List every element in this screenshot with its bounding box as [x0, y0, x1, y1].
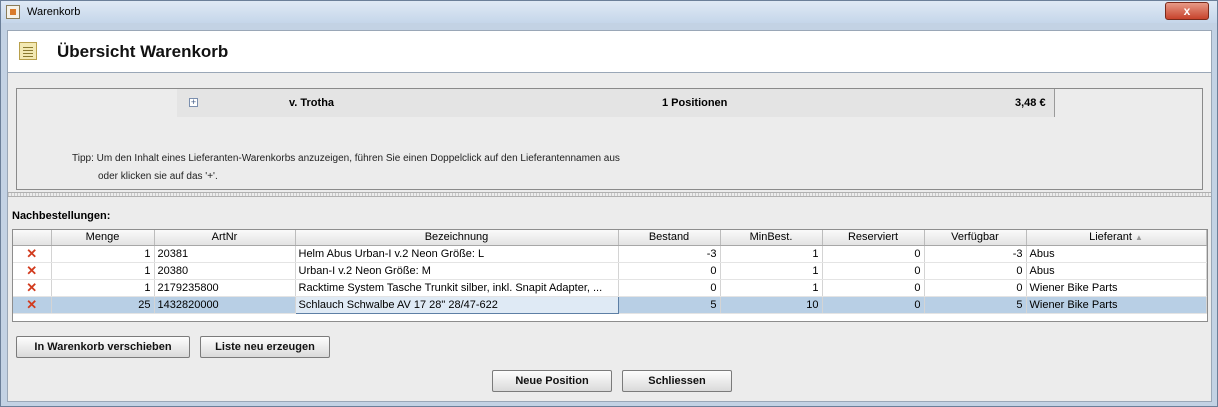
cell-menge[interactable]: 1: [51, 279, 155, 297]
supplier-cart-sum: 3,48 €: [1015, 97, 1046, 109]
reorders-table: Menge ArtNr Bezeichnung Bestand MinBest.…: [12, 229, 1208, 322]
cell-artnr[interactable]: 1432820000: [154, 296, 296, 314]
table-row-selected[interactable]: ✕ 25 1432820000 Schlauch Schwalbe AV 17 …: [13, 295, 1207, 314]
cell-reserviert[interactable]: 0: [822, 279, 925, 297]
cell-bestand[interactable]: -3: [618, 245, 721, 263]
cell-bezeichnung[interactable]: Racktime System Tasche Trunkit silber, i…: [295, 279, 619, 297]
warenkorb-window: Warenkorb x Übersicht Warenkorb + v. Tro…: [0, 0, 1218, 407]
supplier-name[interactable]: v. Trotha: [289, 97, 334, 109]
cell-artnr[interactable]: 20380: [154, 262, 296, 280]
cell-bezeichnung[interactable]: Helm Abus Urban-I v.2 Neon Größe: L: [295, 245, 619, 263]
column-header-artnr[interactable]: ArtNr: [154, 230, 296, 246]
supplier-position-count: 1 Positionen: [662, 97, 728, 109]
column-header-lieferant-label: Lieferant: [1089, 231, 1132, 244]
cell-reserviert[interactable]: 0: [822, 262, 925, 280]
table-row[interactable]: ✕ 1 20380 Urban-I v.2 Neon Größe: M 0 1 …: [13, 262, 1207, 280]
column-header-minbest[interactable]: MinBest.: [720, 230, 823, 246]
tip-panel: Tipp: Um den Inhalt eines Lieferanten-Wa…: [16, 126, 1203, 190]
table-header-row: Menge ArtNr Bezeichnung Bestand MinBest.…: [13, 230, 1207, 246]
column-header-menge[interactable]: Menge: [51, 230, 155, 246]
java-app-icon: [6, 5, 20, 19]
tip-text-line-2: oder klicken sie auf das '+'.: [98, 171, 218, 182]
close-icon: x: [1183, 4, 1191, 18]
column-header-delete[interactable]: [13, 230, 52, 246]
split-pane-divider[interactable]: [8, 192, 1211, 197]
cell-menge[interactable]: 25: [51, 296, 155, 314]
cell-minbest[interactable]: 1: [720, 245, 823, 263]
tip-text-line-1: Tipp: Um den Inhalt eines Lieferanten-Wa…: [72, 153, 620, 164]
cell-lieferant[interactable]: Abus: [1026, 262, 1207, 280]
cell-bestand[interactable]: 5: [618, 296, 721, 314]
cell-bestand[interactable]: 0: [618, 279, 721, 297]
cell-verfuegbar[interactable]: 5: [924, 296, 1027, 314]
cell-artnr[interactable]: 20381: [154, 245, 296, 263]
cell-bezeichnung[interactable]: Urban-I v.2 Neon Größe: M: [295, 262, 619, 280]
regenerate-list-button[interactable]: Liste neu erzeugen: [200, 336, 330, 358]
cell-lieferant[interactable]: Wiener Bike Parts: [1026, 279, 1207, 297]
cell-artnr[interactable]: 2179235800: [154, 279, 296, 297]
reorders-label: Nachbestellungen:: [12, 210, 111, 222]
cell-lieferant[interactable]: Abus: [1026, 245, 1207, 263]
delete-row-icon[interactable]: ✕: [13, 279, 52, 297]
main-content: Übersicht Warenkorb + v. Trotha 1 Positi…: [7, 30, 1212, 402]
close-button[interactable]: Schliessen: [622, 370, 732, 392]
table-row[interactable]: ✕ 1 2179235800 Racktime System Tasche Tr…: [13, 279, 1207, 297]
page-header: Übersicht Warenkorb: [8, 31, 1211, 73]
close-window-button[interactable]: x: [1165, 2, 1209, 20]
delete-row-icon[interactable]: ✕: [13, 296, 52, 314]
cell-reserviert[interactable]: 0: [822, 245, 925, 263]
cell-lieferant[interactable]: Wiener Bike Parts: [1026, 296, 1207, 314]
list-document-icon: [19, 42, 37, 60]
move-to-cart-button[interactable]: In Warenkorb verschieben: [16, 336, 190, 358]
cell-minbest[interactable]: 1: [720, 262, 823, 280]
new-position-button[interactable]: Neue Position: [492, 370, 612, 392]
table-row[interactable]: ✕ 1 20381 Helm Abus Urban-I v.2 Neon Grö…: [13, 245, 1207, 263]
cell-reserviert[interactable]: 0: [822, 296, 925, 314]
cell-bezeichnung[interactable]: Schlauch Schwalbe AV 17 28" 28/47-622: [294, 295, 619, 314]
page-title: Übersicht Warenkorb: [57, 42, 229, 61]
cell-verfuegbar[interactable]: 0: [924, 262, 1027, 280]
cell-minbest[interactable]: 1: [720, 279, 823, 297]
title-bar[interactable]: Warenkorb x: [1, 1, 1217, 23]
sort-indicator-icon: ▲: [1134, 233, 1143, 243]
cell-menge[interactable]: 1: [51, 245, 155, 263]
cell-verfuegbar[interactable]: 0: [924, 279, 1027, 297]
window-title: Warenkorb: [27, 6, 81, 18]
cell-verfuegbar[interactable]: -3: [924, 245, 1027, 263]
column-header-verfuegbar[interactable]: Verfügbar: [924, 230, 1027, 246]
cell-minbest[interactable]: 10: [720, 296, 823, 314]
delete-row-icon[interactable]: ✕: [13, 262, 52, 280]
column-header-reserviert[interactable]: Reserviert: [822, 230, 925, 246]
column-header-bestand[interactable]: Bestand: [618, 230, 721, 246]
cell-bestand[interactable]: 0: [618, 262, 721, 280]
delete-row-icon[interactable]: ✕: [13, 245, 52, 263]
cell-menge[interactable]: 1: [51, 262, 155, 280]
expand-icon[interactable]: +: [189, 98, 198, 107]
column-header-lieferant[interactable]: Lieferant ▲: [1026, 230, 1207, 246]
column-header-bezeichnung[interactable]: Bezeichnung: [295, 230, 619, 246]
supplier-cart-row[interactable]: + v. Trotha 1 Positionen 3,48 €: [177, 89, 1055, 117]
